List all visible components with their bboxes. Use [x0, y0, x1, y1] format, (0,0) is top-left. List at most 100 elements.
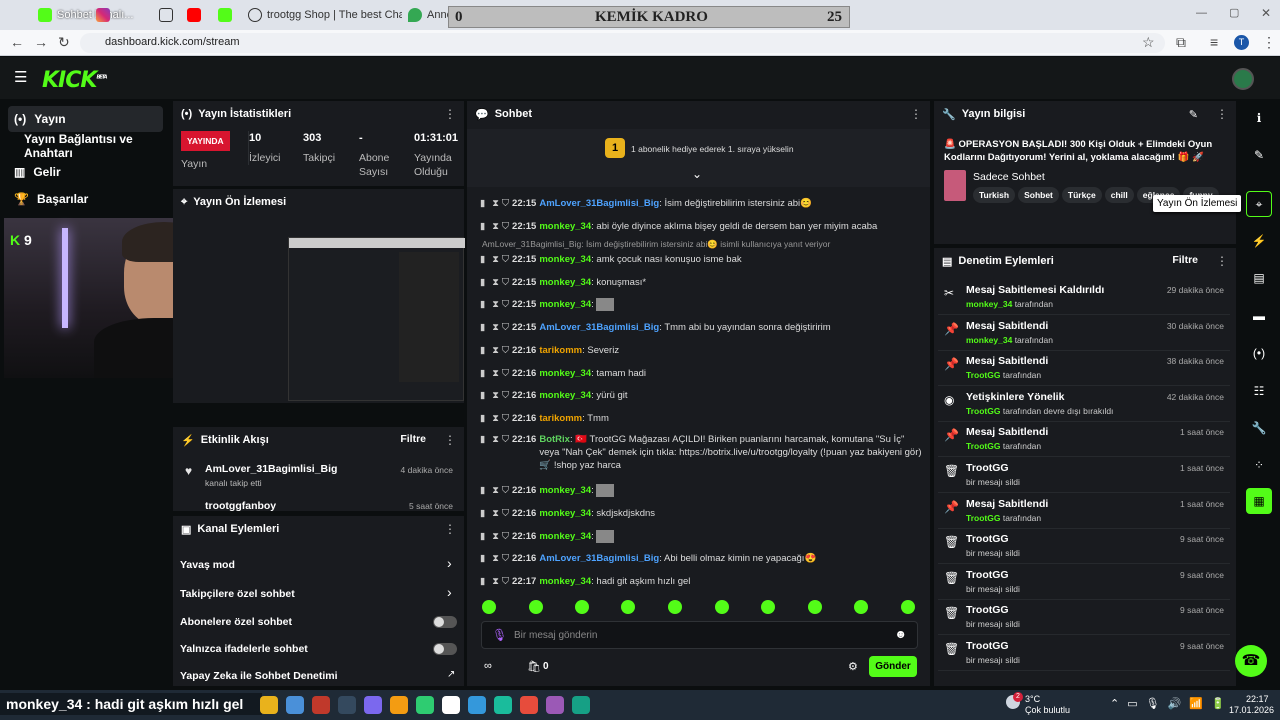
timeout-icon[interactable]: ⧗ — [492, 507, 499, 520]
tab-kick[interactable] — [212, 4, 242, 26]
filter-button[interactable]: Filtre — [1172, 254, 1198, 266]
chat-message[interactable]: ▮ ⧗ ⛉ 22:15 monkey_34: abi öyle diyince aklı… — [480, 220, 925, 233]
sidebar-item-stream-key[interactable]: Yayın Bağlantısı ve Anahtarı — [8, 132, 173, 160]
chat-message[interactable]: ▮ ⧗ ⛉ 22:16 tarikomm: Severiz — [480, 344, 925, 357]
kebab-menu-icon[interactable]: ⋮ — [444, 433, 456, 447]
message-username[interactable]: monkey_34 — [539, 485, 591, 496]
shield-icon[interactable]: ⛉ — [502, 253, 509, 266]
message-username[interactable]: monkey_34 — [539, 221, 591, 232]
activity-user[interactable]: AmLover_31Bagimlisi_Big — [205, 463, 337, 475]
shield-icon[interactable]: ⛉ — [502, 552, 509, 565]
message-username[interactable]: AmLover_31Bagimlisi_Big — [539, 553, 659, 564]
preview-icon[interactable]: ⌖ — [1246, 191, 1272, 217]
chat-message[interactable]: ▮ ⧗ ⛉ 22:15 monkey_34: — [480, 298, 925, 311]
message-username[interactable]: monkey_34 — [539, 368, 591, 379]
timeout-icon[interactable]: ⧗ — [492, 220, 499, 233]
timeout-icon[interactable]: ⧗ — [492, 197, 499, 210]
emote-button[interactable] — [529, 600, 543, 614]
moderation-entry[interactable]: 🗑 TrootGG bir mesajı sildi 9 saat önce — [938, 636, 1230, 671]
microphone-icon[interactable]: 🎙 — [492, 628, 507, 642]
stream-preview-video[interactable] — [288, 237, 465, 401]
pin-icon[interactable]: ▮ — [480, 220, 485, 233]
settings-gear-icon[interactable]: ⚙ — [848, 660, 858, 673]
clock-date[interactable]: 17.01.2026 — [1229, 705, 1274, 715]
minimize-button[interactable]: — — [1196, 7, 1207, 19]
taskbar-app-icon[interactable] — [572, 696, 590, 714]
timeout-icon[interactable]: ⧗ — [492, 530, 499, 543]
pin-icon[interactable]: ▮ — [480, 552, 485, 565]
shield-icon[interactable]: ⛉ — [502, 507, 509, 520]
collapse-icon[interactable]: ⌄ — [692, 167, 702, 181]
taskbar-app-icon[interactable] — [546, 696, 564, 714]
tray-icons[interactable]: ⌃▭🎙🔊📶🔋 — [1110, 697, 1233, 710]
filter-button[interactable]: Filtre — [400, 433, 426, 445]
chat-message[interactable]: ▮ ⧗ ⛉ 22:16 monkey_34: — [480, 484, 925, 497]
taskbar-app-icon[interactable] — [286, 696, 304, 714]
url-input[interactable]: dashboard.kick.com/stream — [80, 33, 1165, 53]
shield-icon[interactable]: ⛉ — [502, 197, 509, 210]
timeout-icon[interactable]: ⧗ — [492, 253, 499, 266]
emote-button[interactable] — [854, 600, 868, 614]
moderation-entry[interactable]: 📌 Mesaj Sabitlendi TrootGG tarafından 38 da… — [938, 351, 1230, 387]
maximize-button[interactable]: ▢ — [1229, 6, 1239, 19]
shield-icon[interactable]: ⛉ — [502, 575, 509, 588]
taskbar-app-icon[interactable] — [390, 696, 408, 714]
message-username[interactable]: BotRix — [539, 434, 570, 445]
ai-moderation-row[interactable]: Yapay Zeka ile Sohbet Denetimi — [180, 670, 338, 682]
message-username[interactable]: monkey_34 — [539, 576, 591, 587]
pin-icon[interactable]: ▮ — [480, 344, 485, 357]
tab-x[interactable] — [153, 4, 183, 26]
timeout-icon[interactable]: ⧗ — [492, 276, 499, 289]
chat-message[interactable]: ▮ ⧗ ⛉ 22:16 BotRix: 🇹🇷 TrootGG Mağazası AÇIL… — [480, 433, 925, 472]
reading-list-icon[interactable]: ≡ — [1210, 34, 1218, 50]
extensions-icon[interactable]: ⧉ — [1176, 34, 1186, 51]
profile-avatar[interactable]: T — [1234, 35, 1249, 50]
chevron-right-icon[interactable]: › — [447, 555, 452, 571]
timeout-icon[interactable]: ⧗ — [492, 412, 499, 425]
shield-icon[interactable]: ⛉ — [502, 220, 509, 233]
message-username[interactable]: monkey_34 — [539, 299, 591, 310]
reload-icon[interactable]: ↻ — [58, 34, 70, 51]
layout-icon[interactable]: ☷ — [1246, 378, 1272, 404]
taskbar-app-icon[interactable] — [416, 696, 434, 714]
emote-button[interactable] — [482, 600, 496, 614]
shield-icon[interactable]: ⛉ — [502, 484, 509, 497]
moderator-name[interactable]: TrootGG — [966, 406, 1000, 416]
taskbar-app-icon[interactable] — [468, 696, 486, 714]
user-avatar[interactable] — [1232, 68, 1254, 90]
moderation-entry[interactable]: 🗑 TrootGG bir mesajı sildi 1 saat önce — [938, 458, 1230, 493]
bookmark-star-icon[interactable]: ☆ — [1142, 34, 1155, 51]
chat-message[interactable]: ▮ ⧗ ⛉ 22:15 monkey_34: amk çocuk nası konuşu… — [480, 253, 925, 266]
clock-time[interactable]: 22:17 — [1246, 694, 1269, 704]
shield-icon[interactable]: ⛉ — [502, 412, 509, 425]
emoji-icon[interactable]: ☻ — [894, 627, 907, 641]
chat-message[interactable]: ▮ ⧗ ⛉ 22:16 monkey_34: — [480, 530, 925, 543]
kebab-menu-icon[interactable]: ⋮ — [444, 522, 456, 536]
timeout-icon[interactable]: ⧗ — [492, 552, 499, 565]
message-username[interactable]: tarikomm — [539, 345, 582, 356]
pin-icon[interactable]: ▮ — [480, 298, 485, 311]
stream-tag[interactable]: Turkish — [973, 187, 1016, 203]
external-link-icon[interactable]: ↗ — [447, 669, 455, 680]
moderation-entry[interactable]: ✂ Mesaj Sabitlemesi Kaldırıldı monkey_34 t… — [938, 280, 1230, 315]
moderator-name[interactable]: monkey_34 — [966, 299, 1012, 309]
chat-message[interactable]: ▮ ⧗ ⛉ 22:16 AmLover_31Bagimlisi_Big: Abi bel… — [480, 552, 925, 565]
message-username[interactable]: AmLover_31Bagimlisi_Big — [539, 198, 659, 209]
pin-icon[interactable]: ▮ — [480, 575, 485, 588]
message-username[interactable]: monkey_34 — [539, 531, 591, 542]
sidebar-item-achievements[interactable]: 🏆 Başarılar — [8, 186, 163, 212]
emote-button[interactable] — [668, 600, 682, 614]
moderation-entry[interactable]: ◉ Yetişkinlere Yönelik TrootGG tarafından … — [938, 387, 1230, 422]
shield-icon[interactable]: ⛉ — [502, 344, 509, 357]
document-icon[interactable]: ▤ — [1246, 265, 1272, 291]
chat-message[interactable]: ▮ ⧗ ⛉ 22:15 AmLover_31Bagimlisi_Big: İsim de… — [480, 197, 925, 210]
chat-message[interactable]: ▮ ⧗ ⛉ 22:16 tarikomm: Tmm — [480, 412, 925, 425]
kebab-menu-icon[interactable]: ⋮ — [910, 107, 922, 121]
store-icon[interactable]: 🛍 — [527, 660, 541, 673]
pin-icon[interactable]: ▮ — [480, 253, 485, 266]
shield-icon[interactable]: ⛉ — [502, 389, 509, 402]
tab-youtube[interactable] — [181, 4, 211, 26]
moderation-entry[interactable]: 📌 Mesaj Sabitlendi TrootGG tarafından 1 saa… — [938, 422, 1230, 458]
moderator-name[interactable]: TrootGG — [966, 441, 1000, 451]
moderator-name[interactable]: TrootGG — [966, 513, 1000, 523]
